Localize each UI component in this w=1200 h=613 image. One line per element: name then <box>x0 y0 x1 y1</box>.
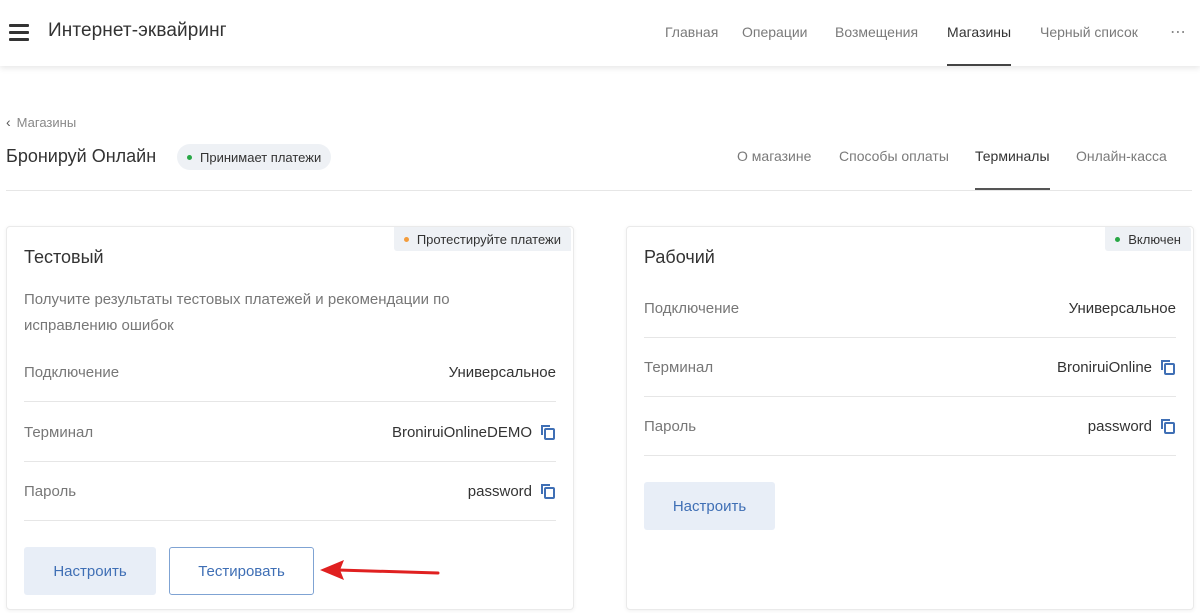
app-title: Интернет-эквайринг <box>48 20 227 41</box>
more-icon[interactable]: ⋯ <box>1170 22 1187 42</box>
test-row-password: Пароль password <box>24 462 556 521</box>
row-value: password <box>468 483 556 500</box>
prod-row-terminal: Терминал BroniruiOnline <box>644 338 1176 397</box>
chevron-left-icon: ‹ <box>6 114 11 130</box>
test-badge-label: Протестируйте платежи <box>416 231 561 247</box>
row-label: Подключение <box>644 299 740 317</box>
nav-item-refunds[interactable]: Возмещения <box>835 0 918 66</box>
connection-value: Универсальное <box>1068 299 1176 317</box>
connection-value: Универсальное <box>448 363 556 381</box>
terminal-value: BroniruiOnlineDEMO <box>391 423 532 441</box>
nav-home-wrap: Главная <box>665 0 718 66</box>
password-value: password <box>467 482 532 500</box>
row-value: BroniruiOnlineDEMO <box>392 424 556 441</box>
terminal-value: BroniruiOnline <box>1056 358 1152 376</box>
test-badge-dot-icon <box>403 236 409 242</box>
prod-badge-dot-icon <box>1115 236 1121 242</box>
row-label: Пароль <box>644 417 697 435</box>
row-label: Терминал <box>644 358 714 376</box>
password-value: password <box>1087 417 1152 435</box>
configure-prod-button[interactable]: Настроить <box>644 482 775 530</box>
copy-icon[interactable] <box>540 424 556 440</box>
nav-item-blacklist[interactable]: Черный список <box>1040 0 1138 66</box>
red-arrow-annotation <box>320 560 440 580</box>
test-badge: Протестируйте платежи <box>393 227 571 251</box>
prod-badge: Включен <box>1105 227 1191 251</box>
tab-payment-methods[interactable]: Способы оплаты <box>839 148 949 190</box>
row-value: Универсальное <box>449 364 556 381</box>
test-card-title: Тестовый <box>24 247 104 267</box>
row-value: BroniruiOnline <box>1057 359 1176 376</box>
row-label: Пароль <box>24 482 77 500</box>
test-button[interactable]: Тестировать <box>169 547 314 595</box>
nav-item-stores[interactable]: Магазины <box>947 0 1012 66</box>
row-value: password <box>1088 418 1176 435</box>
row-value: Универсальное <box>1069 300 1176 317</box>
test-row-connection: Подключение Универсальное <box>24 343 556 402</box>
test-card-description: Получите результаты тестовых платежей и … <box>24 291 450 334</box>
top-bar: Интернет-эквайринг <box>0 0 1200 66</box>
row-label: Подключение <box>24 363 120 381</box>
test-row-terminal: Терминал BroniruiOnlineDEMO <box>24 403 556 462</box>
tab-about[interactable]: О магазине <box>737 148 811 190</box>
prod-row-password: Пароль password <box>644 397 1176 456</box>
tab-terminals[interactable]: Терминалы <box>975 148 1050 190</box>
status-dot-icon <box>187 154 192 160</box>
prod-badge-label: Включен <box>1128 231 1181 247</box>
page-title: Бронируй Онлайн <box>6 146 157 166</box>
prod-row-connection: Подключение Универсальное <box>644 279 1176 338</box>
copy-icon[interactable] <box>540 483 556 499</box>
prod-terminal-card: Включен Рабочий Подключение Универсально… <box>626 226 1194 610</box>
status-badge-label: Принимает платежи <box>200 149 322 165</box>
tab-online-register[interactable]: Онлайн-касса <box>1076 148 1167 190</box>
configure-test-button[interactable]: Настроить <box>24 547 156 595</box>
nav-operations-wrap: Операции <box>742 0 808 66</box>
nav-item-home[interactable]: Главная <box>665 0 718 66</box>
breadcrumb[interactable]: ‹ Магазины <box>6 114 76 130</box>
prod-card-title: Рабочий <box>644 247 715 267</box>
nav-blacklist-wrap: Черный список <box>1040 0 1138 66</box>
status-badge: Принимает платежи <box>177 144 332 170</box>
nav-stores-wrap: Магазины <box>947 0 1012 66</box>
copy-icon[interactable] <box>1160 418 1176 434</box>
nav-refunds-wrap: Возмещения <box>835 0 918 66</box>
test-terminal-card: Протестируйте платежи Тестовый Получите … <box>6 226 574 610</box>
menu-icon[interactable] <box>9 24 29 41</box>
nav-item-operations[interactable]: Операции <box>742 0 808 66</box>
copy-icon[interactable] <box>1160 359 1176 375</box>
breadcrumb-label: Магазины <box>16 114 77 130</box>
header-divider <box>6 190 1192 191</box>
row-label: Терминал <box>24 423 94 441</box>
